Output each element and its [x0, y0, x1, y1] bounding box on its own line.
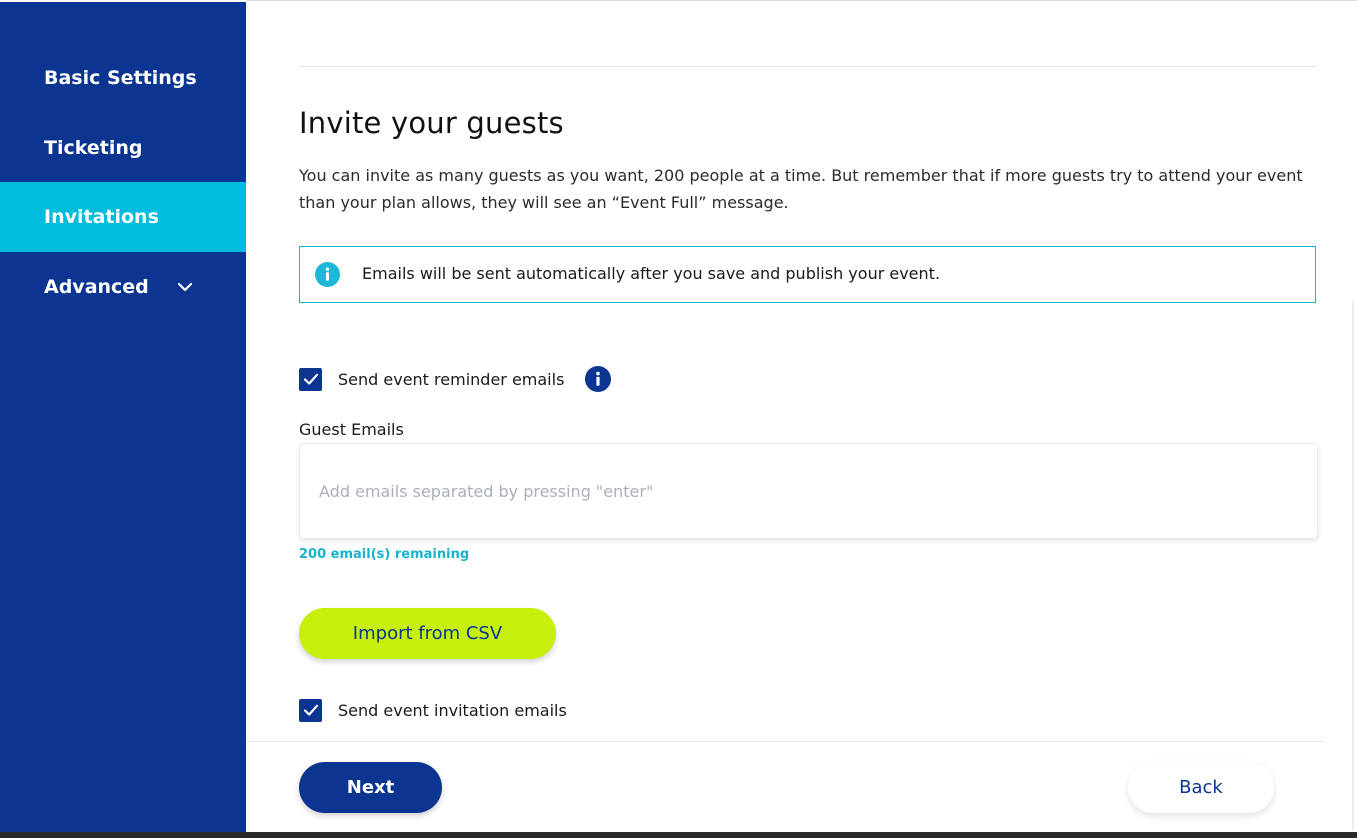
- checkmark-icon: [303, 704, 318, 716]
- invitation-checkbox[interactable]: [299, 698, 322, 722]
- chevron-down-icon[interactable]: [176, 278, 194, 296]
- page-description: You can invite as many guests as you wan…: [299, 166, 1303, 212]
- invitation-checkbox-label[interactable]: Send event invitation emails: [338, 701, 567, 720]
- invitation-checkbox-row: Send event invitation emails: [299, 698, 567, 722]
- sidebar-item-advanced[interactable]: Advanced: [0, 252, 246, 322]
- guest-emails-label: Guest Emails: [299, 420, 404, 439]
- sidebar-item-basic-settings[interactable]: Basic Settings: [0, 43, 246, 113]
- import-csv-button[interactable]: Import from CSV: [299, 608, 556, 659]
- scrollbar[interactable]: [1352, 300, 1354, 830]
- sidebar-item-label: Basic Settings: [44, 67, 197, 89]
- page-title: Invite your guests: [299, 106, 564, 140]
- info-icon: [315, 262, 340, 287]
- info-notice: Emails will be sent automatically after …: [299, 246, 1316, 303]
- sidebar: Basic Settings Ticketing Invitations Adv…: [0, 2, 246, 832]
- bottom-edge: [0, 832, 1357, 838]
- guest-emails-input[interactable]: [299, 443, 1318, 539]
- emails-remaining-count: 200 email(s) remaining: [299, 547, 470, 562]
- back-button[interactable]: Back: [1128, 762, 1274, 813]
- reminder-checkbox-label[interactable]: Send event reminder emails: [338, 370, 564, 389]
- sidebar-item-label: Invitations: [44, 206, 159, 228]
- divider: [299, 66, 1316, 67]
- sidebar-item-ticketing[interactable]: Ticketing: [0, 113, 246, 183]
- top-border: [246, 0, 1357, 1]
- sidebar-item-label: Advanced: [44, 276, 149, 298]
- reminder-checkbox-row: Send event reminder emails: [299, 367, 564, 391]
- sidebar-item-invitations[interactable]: Invitations: [0, 182, 246, 252]
- info-notice-text: Emails will be sent automatically after …: [362, 264, 941, 283]
- next-button[interactable]: Next: [299, 762, 442, 813]
- app-window: Basic Settings Ticketing Invitations Adv…: [0, 0, 1357, 838]
- reminder-checkbox[interactable]: [299, 367, 322, 391]
- reminder-info-icon[interactable]: [585, 366, 611, 392]
- sidebar-item-label: Ticketing: [44, 137, 143, 159]
- footer-divider: [246, 741, 1324, 742]
- checkmark-icon: [303, 373, 318, 385]
